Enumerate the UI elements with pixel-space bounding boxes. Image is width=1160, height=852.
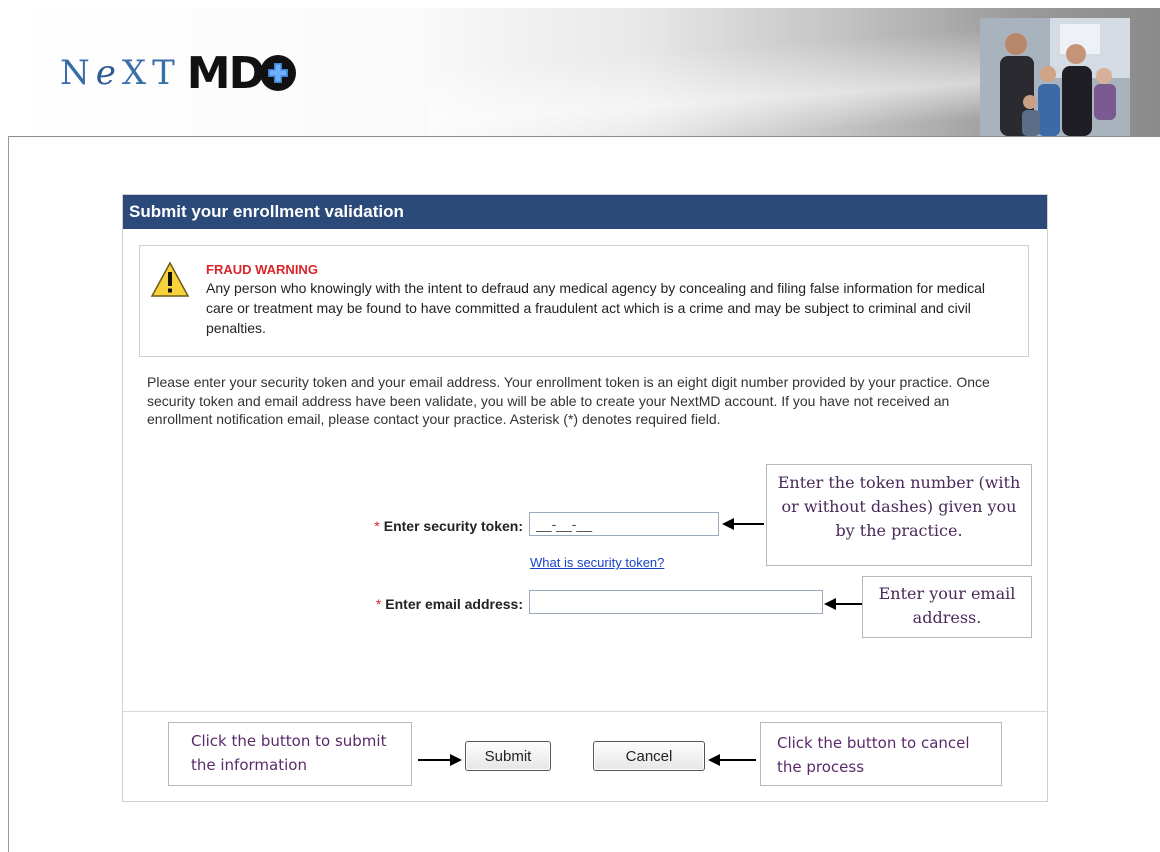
security-token-label-text: Enter security token:	[383, 518, 523, 534]
fraud-warning-box: FRAUD WARNING Any person who knowingly w…	[139, 245, 1029, 357]
site-header: NeXT MD	[8, 8, 1160, 137]
logo-next-text: NeXT	[60, 53, 181, 93]
warning-text: Any person who knowingly with the intent…	[206, 280, 985, 336]
medical-cross-icon	[260, 55, 297, 91]
email-input[interactable]	[529, 590, 823, 614]
required-marker: *	[374, 518, 380, 534]
required-marker: *	[375, 596, 382, 612]
email-label: * Enter email address:	[333, 596, 523, 612]
token-callout: Enter the token number (with or without …	[766, 464, 1032, 566]
nextmd-logo[interactable]: NeXT MD	[60, 48, 297, 99]
email-label-text: Enter email address:	[385, 596, 523, 612]
page-left-border	[8, 136, 9, 852]
security-token-label: * Enter security token:	[333, 518, 523, 534]
security-token-help-link[interactable]: What is security token?	[530, 555, 664, 570]
security-token-input[interactable]	[529, 512, 719, 536]
header-decoration	[428, 28, 988, 136]
warning-title: FRAUD WARNING	[206, 262, 318, 277]
instructions-text: Please enter your security token and you…	[147, 374, 990, 427]
panel-title: Submit your enrollment validation	[123, 195, 1047, 229]
cancel-arrow-icon	[708, 754, 756, 766]
cancel-button[interactable]: Cancel	[593, 741, 705, 771]
submit-arrow-icon	[418, 754, 462, 766]
submit-callout: Click the button to submit the informati…	[168, 722, 412, 786]
footer-divider	[123, 711, 1047, 712]
email-callout: Enter your email address.	[862, 576, 1032, 638]
email-arrow-icon	[824, 598, 862, 610]
submit-button[interactable]: Submit	[465, 741, 551, 771]
family-photo	[980, 18, 1130, 136]
logo-md-text: MD	[187, 48, 297, 99]
cancel-callout: Click the button to cancel the process	[760, 722, 1002, 786]
warning-icon	[150, 261, 190, 297]
token-arrow-icon	[722, 518, 764, 530]
